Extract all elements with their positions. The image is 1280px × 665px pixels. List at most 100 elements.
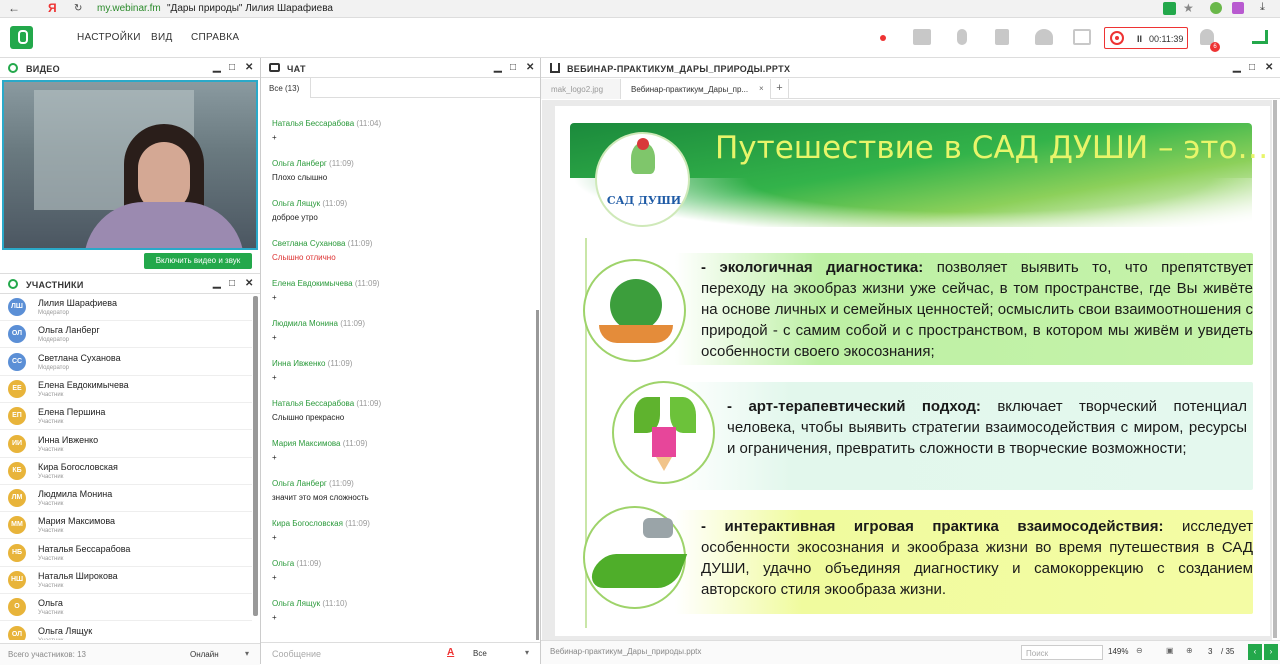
lock-icon[interactable] <box>1163 2 1176 15</box>
chat-author[interactable]: Ольга Лящук <box>272 599 320 608</box>
page-number[interactable]: 3 <box>1208 647 1212 656</box>
chat-author[interactable]: Ольга Лящук <box>272 199 320 208</box>
watering-can-icon <box>643 518 673 538</box>
participant-row[interactable]: ОЛ Ольга Лящук Участник <box>0 622 252 640</box>
close-icon[interactable]: ✕ <box>245 62 253 73</box>
chat-author[interactable]: Наталья Бессарабова <box>272 399 354 408</box>
text-color-icon[interactable]: A <box>447 647 454 658</box>
star-icon[interactable]: ★ <box>1183 1 1194 15</box>
chat-author[interactable]: Ольга Ланберг <box>272 159 327 168</box>
minimize-icon[interactable]: ▁ <box>1233 62 1241 73</box>
next-slide-button[interactable]: › <box>1264 644 1278 660</box>
participants-footer: Всего участников: 13 Онлайн ▾ <box>0 643 260 665</box>
chat-author[interactable]: Людмила Монина <box>272 319 338 328</box>
chat-author[interactable]: Светлана Суханова <box>272 239 345 248</box>
participant-role: Участник <box>38 446 64 453</box>
menu-help[interactable]: СПРАВКА <box>191 32 239 43</box>
chat-input[interactable]: Сообщение <box>272 649 321 659</box>
microphone-icon[interactable] <box>957 29 967 45</box>
chat-text: Слышно отлично <box>272 253 336 262</box>
participant-row[interactable]: СС Светлана Суханова Модератор <box>0 349 252 376</box>
tab-logo-file[interactable]: mak_logo2.jpg <box>541 79 621 99</box>
extension2-icon[interactable] <box>1232 2 1244 14</box>
chat-author[interactable]: Наталья Бессарабова <box>272 119 354 128</box>
chat-panel-title[interactable]: ЧАТ <box>287 64 306 74</box>
camera-icon[interactable] <box>913 29 931 45</box>
back-icon[interactable]: ← <box>8 1 20 15</box>
menu-settings[interactable]: НАСТРОЙКИ <box>77 32 141 43</box>
participant-row[interactable]: ЛШ Лилия Шарафиева Модератор <box>0 294 252 321</box>
chat-author[interactable]: Елена Евдокимычева <box>272 279 353 288</box>
participant-row[interactable]: ЕЕ Елена Евдокимычева Участник <box>0 376 252 403</box>
tab-presentation-file[interactable]: Вебинар-практикум_Дары_пр... <box>621 79 771 99</box>
participant-row[interactable]: О Ольга Участник <box>0 594 252 622</box>
menu-view[interactable]: ВИД <box>151 32 173 43</box>
close-icon[interactable]: ✕ <box>245 278 253 289</box>
reload-icon[interactable]: ↻ <box>74 3 82 14</box>
maximize-icon[interactable]: □ <box>510 62 516 73</box>
yandex-icon[interactable]: Я <box>48 1 57 15</box>
pause-icon[interactable]: II <box>1137 34 1142 44</box>
participant-row[interactable]: ЕП Елена Першина Участник <box>0 403 252 431</box>
tab-all[interactable]: Все (13) <box>261 78 311 98</box>
close-icon[interactable]: ✕ <box>526 62 534 73</box>
minimize-icon[interactable]: ▁ <box>213 62 221 73</box>
maximize-icon[interactable]: □ <box>229 278 235 289</box>
chevron-down-icon[interactable]: ▾ <box>245 649 249 658</box>
enable-video-button[interactable]: Включить видео и звук <box>144 253 252 269</box>
maximize-icon[interactable]: □ <box>229 62 235 73</box>
chat-author[interactable]: Инна Ивженко <box>272 359 325 368</box>
screens-icon[interactable] <box>1073 29 1091 45</box>
participants-scrollbar[interactable] <box>253 296 258 616</box>
add-tab-button[interactable]: + <box>771 79 789 99</box>
chat-message: Наталья Бессарабова (11:04) + <box>272 119 381 142</box>
download-icon[interactable]: ⤓ <box>1260 1 1265 14</box>
extension-icon[interactable] <box>1210 2 1222 14</box>
address-url[interactable]: my.webinar.fm <box>97 3 161 14</box>
chat-author[interactable]: Кира Богословская <box>272 519 343 528</box>
add-user-icon[interactable] <box>1035 29 1053 45</box>
close-tab-icon[interactable]: × <box>759 84 764 93</box>
minimize-icon[interactable]: ▁ <box>213 278 221 289</box>
participants-panel-title[interactable]: УЧАСТНИКИ <box>26 280 84 290</box>
chat-author[interactable]: Мария Максимова <box>272 439 341 448</box>
record-control[interactable]: II 00:11:39 <box>1104 27 1188 49</box>
participant-row[interactable]: ИИ Инна Ивженко Участник <box>0 431 252 458</box>
chat-scrollbar[interactable] <box>536 310 539 640</box>
chat-text: значит это моя сложность <box>272 493 369 502</box>
participant-row[interactable]: НШ Наталья Широкова Участник <box>0 567 252 594</box>
video-feed[interactable] <box>2 80 258 250</box>
prev-slide-button[interactable]: ‹ <box>1248 644 1262 660</box>
minimize-icon[interactable]: ▁ <box>494 62 502 73</box>
chat-time: (11:09) <box>347 239 373 248</box>
participant-row[interactable]: ММ Мария Максимова Участник <box>0 512 252 540</box>
participant-name: Елена Першина <box>38 407 106 418</box>
video-panel-title[interactable]: ВИДЕО <box>26 64 60 74</box>
participant-row[interactable]: ЛМ Людмила Монина Участник <box>0 485 252 513</box>
participant-row[interactable]: ОЛ Ольга Ланберг Модератор <box>0 321 252 349</box>
webinar-logo-icon[interactable] <box>10 26 33 49</box>
slide-scrollbar[interactable] <box>1273 100 1277 638</box>
zoom-in-icon[interactable]: ⊕ <box>1186 646 1193 655</box>
chat-text: + <box>272 293 277 302</box>
chat-time: (11:09) <box>340 319 366 328</box>
participant-role: Участник <box>38 638 63 640</box>
record-icon[interactable] <box>1110 31 1124 45</box>
media-play-icon[interactable] <box>995 29 1009 45</box>
chevron-down-icon[interactable]: ▾ <box>525 648 529 657</box>
presentation-title[interactable]: ВЕБИНАР-ПРАКТИКУМ_ДАРЫ_ПРИРОДЫ.PPTX <box>567 64 790 74</box>
maximize-icon[interactable]: □ <box>1249 62 1255 73</box>
participant-row[interactable]: НБ Наталья Бессарабова Участник <box>0 540 252 567</box>
chat-author[interactable]: Ольга <box>272 559 294 568</box>
chat-author[interactable]: Ольга Ланберг <box>272 479 327 488</box>
chat-filter-select[interactable]: Все <box>473 649 487 658</box>
status-select[interactable]: Онлайн <box>190 650 219 659</box>
avatar: ОЛ <box>8 625 26 640</box>
zoom-level[interactable]: 149% <box>1108 647 1128 656</box>
slide-search-input[interactable]: Поиск <box>1021 645 1103 660</box>
participant-row[interactable]: КБ Кира Богословская Участник <box>0 458 252 485</box>
participant-name: Ольга Ланберг <box>38 325 100 336</box>
zoom-out-icon[interactable]: ⊖ <box>1136 646 1143 655</box>
fit-icon[interactable]: ▣ <box>1166 646 1174 655</box>
close-icon[interactable]: ✕ <box>1265 62 1273 73</box>
